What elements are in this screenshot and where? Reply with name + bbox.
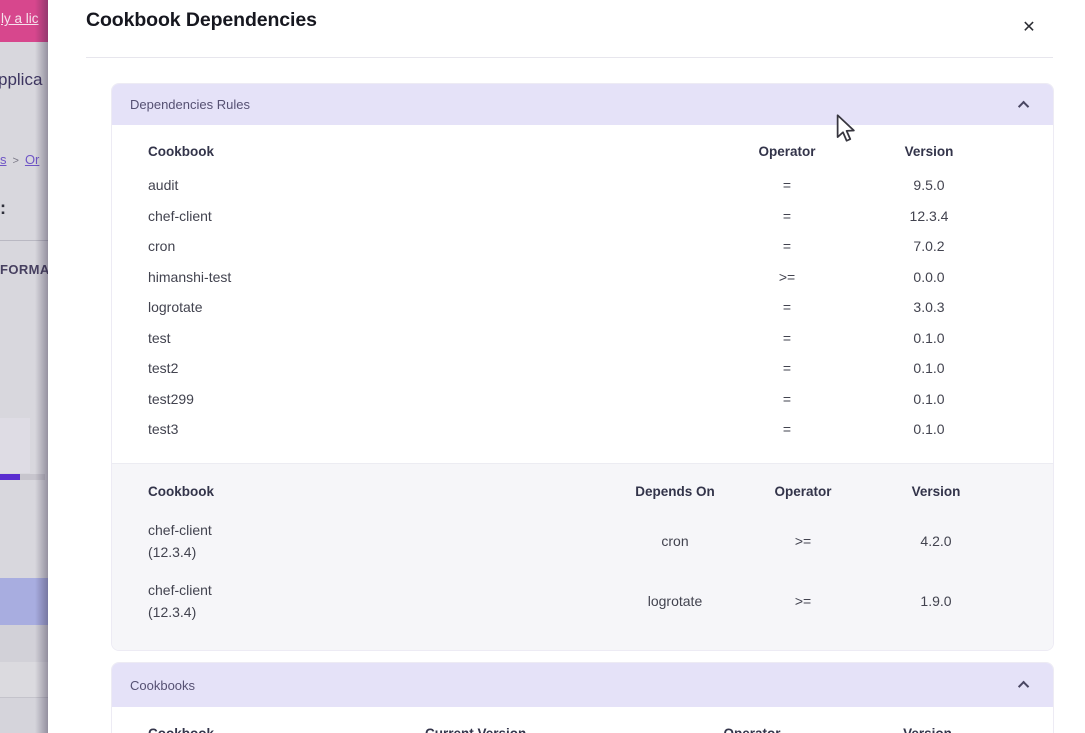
operator-cell: = [723, 177, 851, 193]
operator-cell: = [723, 208, 851, 224]
column-header-cookbook: Cookbook [112, 726, 389, 733]
table-row: test3 = 0.1.0 [112, 414, 1053, 445]
column-header-operator: Operator [723, 144, 851, 159]
table-row: test2 = 0.1.0 [112, 353, 1053, 384]
cookbook-cell: audit [112, 177, 723, 193]
rules-table-header-row: Cookbook Operator Version [112, 125, 1053, 170]
depends-table-header-row: Cookbook Depends On Operator Version [112, 464, 1053, 511]
version-cell: 0.1.0 [851, 421, 1007, 437]
cookbooks-header[interactable]: Cookbooks [112, 663, 1053, 707]
table-row: audit = 9.5.0 [112, 170, 1053, 201]
modal-title: Cookbook Dependencies [86, 9, 317, 32]
chevron-up-icon[interactable] [1018, 681, 1029, 692]
section-title: Cookbooks [130, 678, 195, 693]
column-header-cookbook: Cookbook [112, 144, 723, 159]
table-row: chef-client (12.3.4) logrotate >= 1.9.0 [112, 571, 1053, 631]
version-cell: 1.9.0 [867, 593, 1005, 609]
operator-cell: = [723, 238, 851, 254]
operator-cell: >= [739, 593, 867, 609]
breadcrumb-separator: > [13, 155, 19, 167]
heading-colon-fragment: : [0, 198, 6, 219]
version-cell: 0.1.0 [851, 360, 1007, 376]
version-cell: 12.3.4 [851, 208, 1007, 224]
table-row: test = 0.1.0 [112, 323, 1053, 354]
background-card [0, 418, 30, 473]
table-row: cron = 7.0.2 [112, 231, 1053, 262]
version-cell: 0.0.0 [851, 269, 1007, 285]
column-header-operator: Operator [739, 484, 867, 499]
operator-cell: = [723, 421, 851, 437]
cookbook-cell: test299 [112, 391, 723, 407]
table-row: chef-client = 12.3.4 [112, 201, 1053, 232]
version-cell: 0.1.0 [851, 330, 1007, 346]
rules-table: Cookbook Operator Version audit = 9.5.0 … [112, 125, 1053, 463]
cookbook-cell: cron [112, 238, 723, 254]
version-cell: 3.0.3 [851, 299, 1007, 315]
license-banner-link[interactable]: ly a lic [1, 11, 39, 26]
column-header-version: Version [851, 144, 1007, 159]
cookbook-version: (12.3.4) [148, 601, 611, 623]
cookbook-name: chef-client [148, 519, 611, 541]
cookbook-cell: chef-client [112, 208, 723, 224]
cookbook-cell: test [112, 330, 723, 346]
depends-on-cell: logrotate [611, 593, 739, 609]
operator-cell: = [723, 391, 851, 407]
depends-on-cell: cron [611, 533, 739, 549]
version-cell: 0.1.0 [851, 391, 1007, 407]
divider [86, 57, 1053, 58]
column-header-operator: Operator [702, 726, 802, 733]
column-header-cookbook: Cookbook [112, 484, 611, 499]
cookbook-name: chef-client [148, 579, 611, 601]
cookbook-version: (12.3.4) [148, 541, 611, 563]
cookbook-dependencies-modal: Cookbook Dependencies ✕ Dependencies Rul… [48, 0, 1085, 733]
cookbooks-panel: Cookbooks Cookbook Current Version Opera… [112, 663, 1053, 733]
table-row: logrotate = 3.0.3 [112, 292, 1053, 323]
progress-bar-fill [0, 474, 20, 480]
modal-edge-shadow [35, 0, 48, 733]
column-header-version: Version [802, 726, 1053, 733]
operator-cell: >= [723, 269, 851, 285]
breadcrumb: s>Or [0, 152, 39, 167]
operator-cell: = [723, 360, 851, 376]
background-page-strip: ly a lic pplica s>Or : FORMA [0, 0, 48, 733]
cookbooks-table-header-row: Cookbook Current Version Operator Versio… [112, 707, 1053, 733]
cookbook-cell: himanshi-test [112, 269, 723, 285]
close-icon[interactable]: ✕ [1017, 16, 1041, 40]
version-cell: 9.5.0 [851, 177, 1007, 193]
table-row: test299 = 0.1.0 [112, 384, 1053, 415]
dependencies-rules-panel: Dependencies Rules Cookbook Operator Ver… [112, 84, 1053, 650]
column-header-depends-on: Depends On [611, 484, 739, 499]
operator-cell: = [723, 299, 851, 315]
cookbook-cell: chef-client (12.3.4) [112, 579, 611, 623]
column-header-version: Version [867, 484, 1005, 499]
cookbook-cell: chef-client (12.3.4) [112, 519, 611, 563]
breadcrumb-link[interactable]: s [0, 152, 7, 167]
column-header-current-version: Current Version [389, 726, 702, 733]
cookbook-cell: logrotate [112, 299, 723, 315]
dependencies-rules-header[interactable]: Dependencies Rules [112, 84, 1053, 125]
cookbook-cell: test3 [112, 421, 723, 437]
operator-cell: = [723, 330, 851, 346]
table-row: chef-client (12.3.4) cron >= 4.2.0 [112, 511, 1053, 571]
depends-on-table: Cookbook Depends On Operator Version che… [112, 463, 1053, 651]
version-cell: 4.2.0 [867, 533, 1005, 549]
table-row: himanshi-test >= 0.0.0 [112, 262, 1053, 293]
version-cell: 7.0.2 [851, 238, 1007, 254]
chevron-up-icon[interactable] [1018, 100, 1029, 111]
cookbook-cell: test2 [112, 360, 723, 376]
operator-cell: >= [739, 533, 867, 549]
section-title: Dependencies Rules [130, 97, 250, 112]
